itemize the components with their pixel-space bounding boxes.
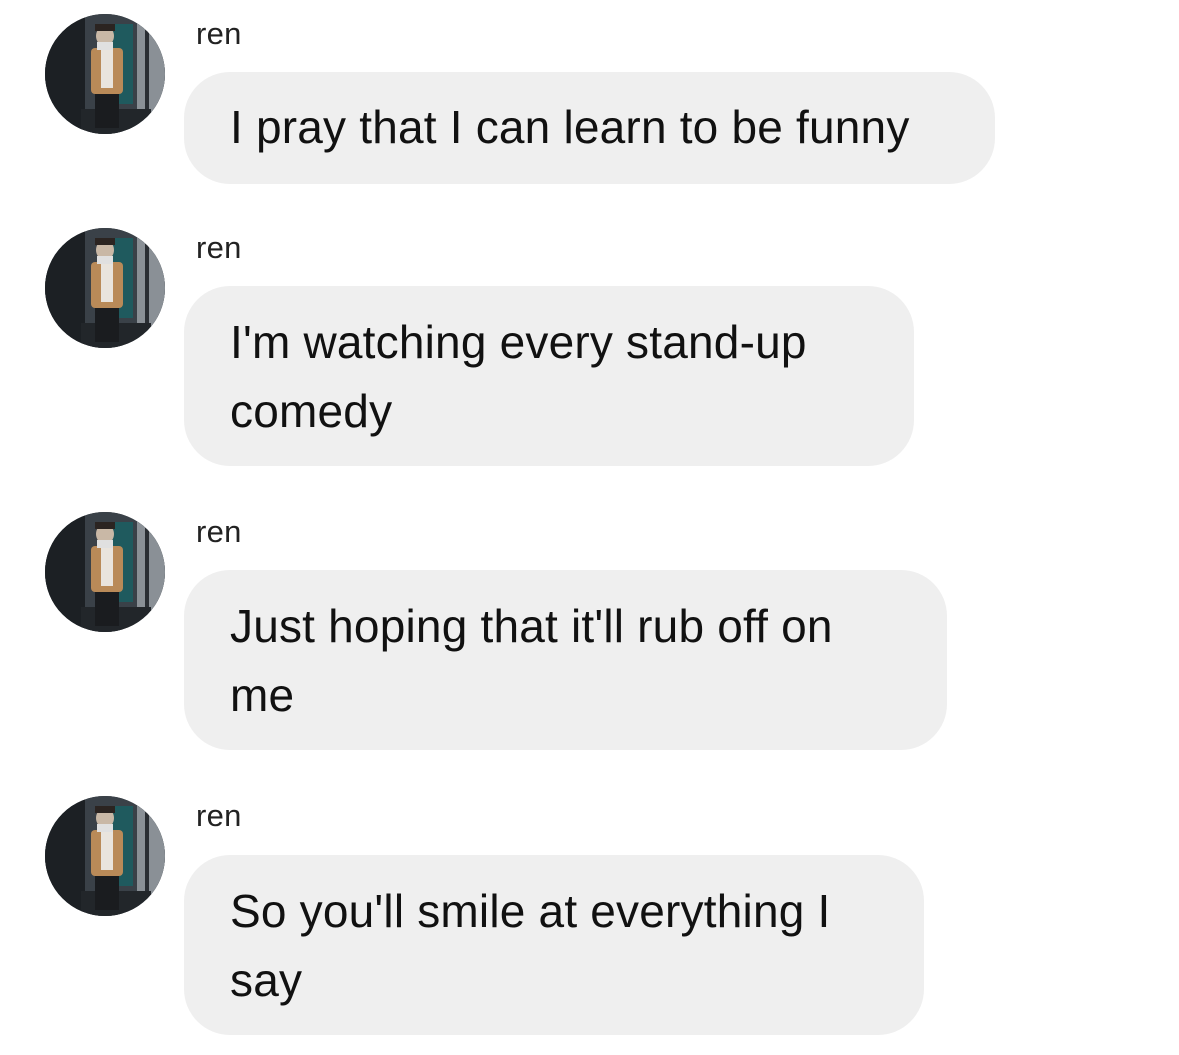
- profile-photo-icon: [45, 228, 165, 348]
- message-text: I pray that I can learn to be funny: [230, 101, 910, 153]
- message-text: I'm watching every stand-up comedy: [230, 316, 807, 437]
- message-bubble[interactable]: I'm watching every stand-up comedy: [184, 286, 914, 466]
- message-bubble[interactable]: I pray that I can learn to be funny: [184, 72, 995, 184]
- message-text: So you'll smile at everything I say: [230, 885, 831, 1006]
- sender-name: ren: [196, 514, 242, 549]
- avatar[interactable]: [45, 796, 165, 916]
- profile-photo-icon: [45, 512, 165, 632]
- avatar[interactable]: [45, 512, 165, 632]
- avatar[interactable]: [45, 228, 165, 348]
- avatar[interactable]: [45, 14, 165, 134]
- sender-name: ren: [196, 230, 242, 265]
- message-text: Just hoping that it'll rub off on me: [230, 600, 833, 721]
- message-bubble[interactable]: So you'll smile at everything I say: [184, 855, 924, 1035]
- profile-photo-icon: [45, 796, 165, 916]
- sender-name: ren: [196, 798, 242, 833]
- message-bubble[interactable]: Just hoping that it'll rub off on me: [184, 570, 947, 750]
- sender-name: ren: [196, 16, 242, 51]
- profile-photo-icon: [45, 14, 165, 134]
